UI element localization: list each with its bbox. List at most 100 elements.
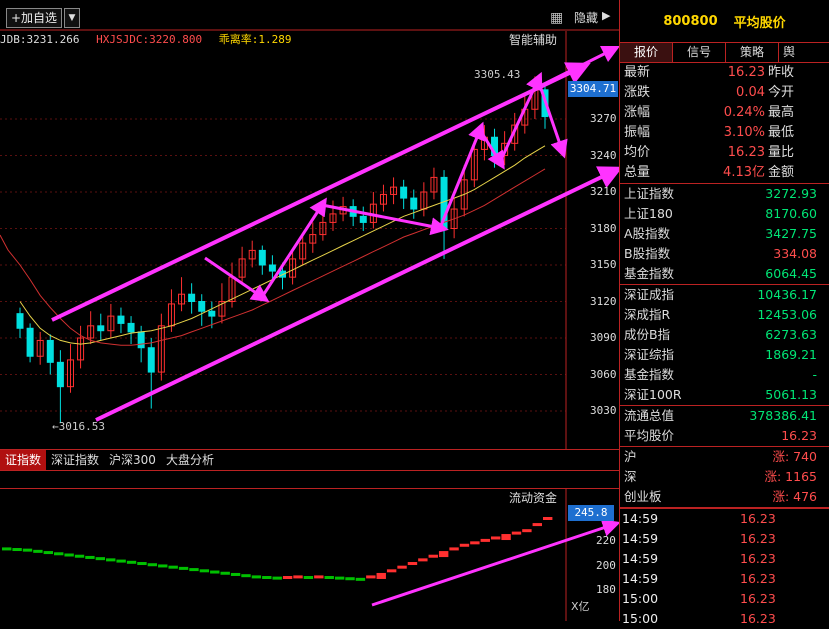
tick-time: 14:59 [622,531,659,546]
tick-row: 15:00 16.23 [620,589,829,609]
sz-indices: 深证成指 10436.17 深成指R 12453.06 成份B指 6273.63 深证综指 1… [620,284,829,405]
row-label: 涨跌 [624,85,651,100]
tick-time: 15:00 [622,591,659,606]
tab-signal[interactable]: 信号 [673,43,726,62]
quote-row[interactable]: 最新 16.23 昨收 [620,63,829,83]
quote-row[interactable]: 涨跌 0.04 今开 [620,83,829,103]
quote-row[interactable]: 流通总值 378386.41 [620,406,829,426]
tick-row: 14:59 16.23 [620,529,829,549]
flow-bar [438,551,449,558]
quote-row[interactable]: 基金指数 6064.45 [620,264,829,284]
tick-time: 15:00 [622,611,659,626]
tick-row: 14:59 16.23 [620,509,829,529]
chart-area[interactable]: +加自选 ▼ ▦ 隐藏 ▶ JDB:3231.266 HXJSJDC:3220.… [0,0,619,621]
flow-bar [12,548,22,552]
tab-market-analysis[interactable]: 大盘分析 [161,450,219,470]
tab-sh-index[interactable]: 证指数 [0,450,47,470]
flow-bar [272,576,282,580]
flow-bar [282,576,293,580]
flow-bar [511,531,522,535]
flow-bar [178,566,189,570]
row-value: 8170.60 [765,206,817,221]
tab-quote[interactable]: 报价 [620,43,673,62]
row-label: 总量 [624,165,651,180]
tick-row: 14:59 16.23 [620,569,829,589]
row-value: 3272.93 [765,186,817,201]
quote-row[interactable]: 深证综指 1869.21 [620,345,829,365]
row-label-right: 量比 [768,145,795,160]
row-value: 6064.45 [765,266,817,281]
flow-bar [314,575,324,579]
row-label: A股指数 [624,226,671,241]
quote-row[interactable]: 平均股价 16.23 [620,426,829,446]
price-axis-label: 3030 [590,404,617,417]
quote-row[interactable]: 深证成指 10436.17 [620,285,829,305]
row-value: - [812,367,817,382]
flow-axis-label: 220 [596,534,616,548]
low-price-value: 3016.53 [58,420,105,433]
quote-row[interactable]: 振幅 3.10% 最低 [620,123,829,143]
tab-sentiment[interactable]: 舆 [779,43,799,62]
row-label: 均价 [624,145,651,160]
flow-bar [543,517,553,520]
current-price-tag: 3304.71 [568,81,618,97]
flow-bar [220,571,230,575]
tick-price: 16.23 [740,531,776,546]
flow-bar [459,543,470,547]
misc-values: 流通总值 378386.41 平均股价 16.23 [620,405,829,446]
quote-row[interactable]: 上证指数 3272.93 [620,184,829,204]
flow-unit: X亿 [571,600,590,613]
flow-bar [522,529,532,533]
tick-time: 14:59 [622,511,659,526]
row-value: 378386.41 [749,408,817,423]
candle-body [97,325,105,332]
quote-row[interactable]: 成份B指 6273.63 [620,325,829,345]
flow-bar [293,575,303,579]
flow-bar [106,558,116,562]
flow-bar [137,562,147,566]
row-value: 0.24% [723,105,765,120]
row-value: 6273.63 [765,327,817,342]
quote-row[interactable]: 深成指R 12453.06 [620,305,829,325]
tab-strategy[interactable]: 策略 [726,43,779,62]
row-value: 1869.21 [765,347,817,362]
candle-body [258,249,266,266]
candle-body [400,186,408,199]
quote-row[interactable]: 基金指数 - [620,365,829,385]
quote-row[interactable]: 涨幅 0.24% 最高 [620,103,829,123]
stock-header: 800800 平均股价 [620,0,829,43]
flow-bar [116,559,126,563]
row-label: 成份B指 [624,327,671,342]
flow-bar [241,574,251,578]
candle-body [46,339,54,363]
sh-indices: 上证指数 3272.93 上证180 8170.60 A股指数 3427.75 B股指数 33… [620,183,829,284]
flow-bar [199,569,210,573]
price-axis-label: 3150 [590,258,617,271]
row-label-right: 金额 [768,165,795,180]
candlestick-chart[interactable] [0,0,619,621]
row-label: 沪 [624,449,637,464]
flow-bar [428,554,438,558]
price-axis-label: 3270 [590,112,617,125]
quote-row[interactable]: 深 涨: 1165 [620,467,829,487]
flow-bar [251,575,262,579]
quote-row[interactable]: B股指数 334.08 [620,244,829,264]
tick-time: 14:59 [622,571,659,586]
tab-sz-index[interactable]: 深证指数 [46,450,104,470]
trend-arrow [321,203,449,236]
quote-row[interactable]: 上证180 8170.60 [620,204,829,224]
quote-row[interactable]: 创业板 涨: 476 [620,487,829,507]
row-label: 最新 [624,65,651,80]
quote-row[interactable]: 深证100R 5061.13 [620,385,829,405]
flow-bar [168,565,178,569]
flow-bar [449,547,459,551]
row-label-right: 最低 [768,125,795,140]
tab-hs300[interactable]: 沪深300 [104,450,161,470]
quote-row[interactable]: 沪 涨: 740 [620,447,829,467]
price-axis-label: 3120 [590,294,617,308]
quote-row[interactable]: 总量 4.13亿 金额 [620,163,829,183]
quote-row[interactable]: 均价 16.23 量比 [620,143,829,163]
quote-row[interactable]: A股指数 3427.75 [620,224,829,244]
row-label: 平均股价 [624,428,675,443]
flow-axis-label: 180 [596,583,616,596]
